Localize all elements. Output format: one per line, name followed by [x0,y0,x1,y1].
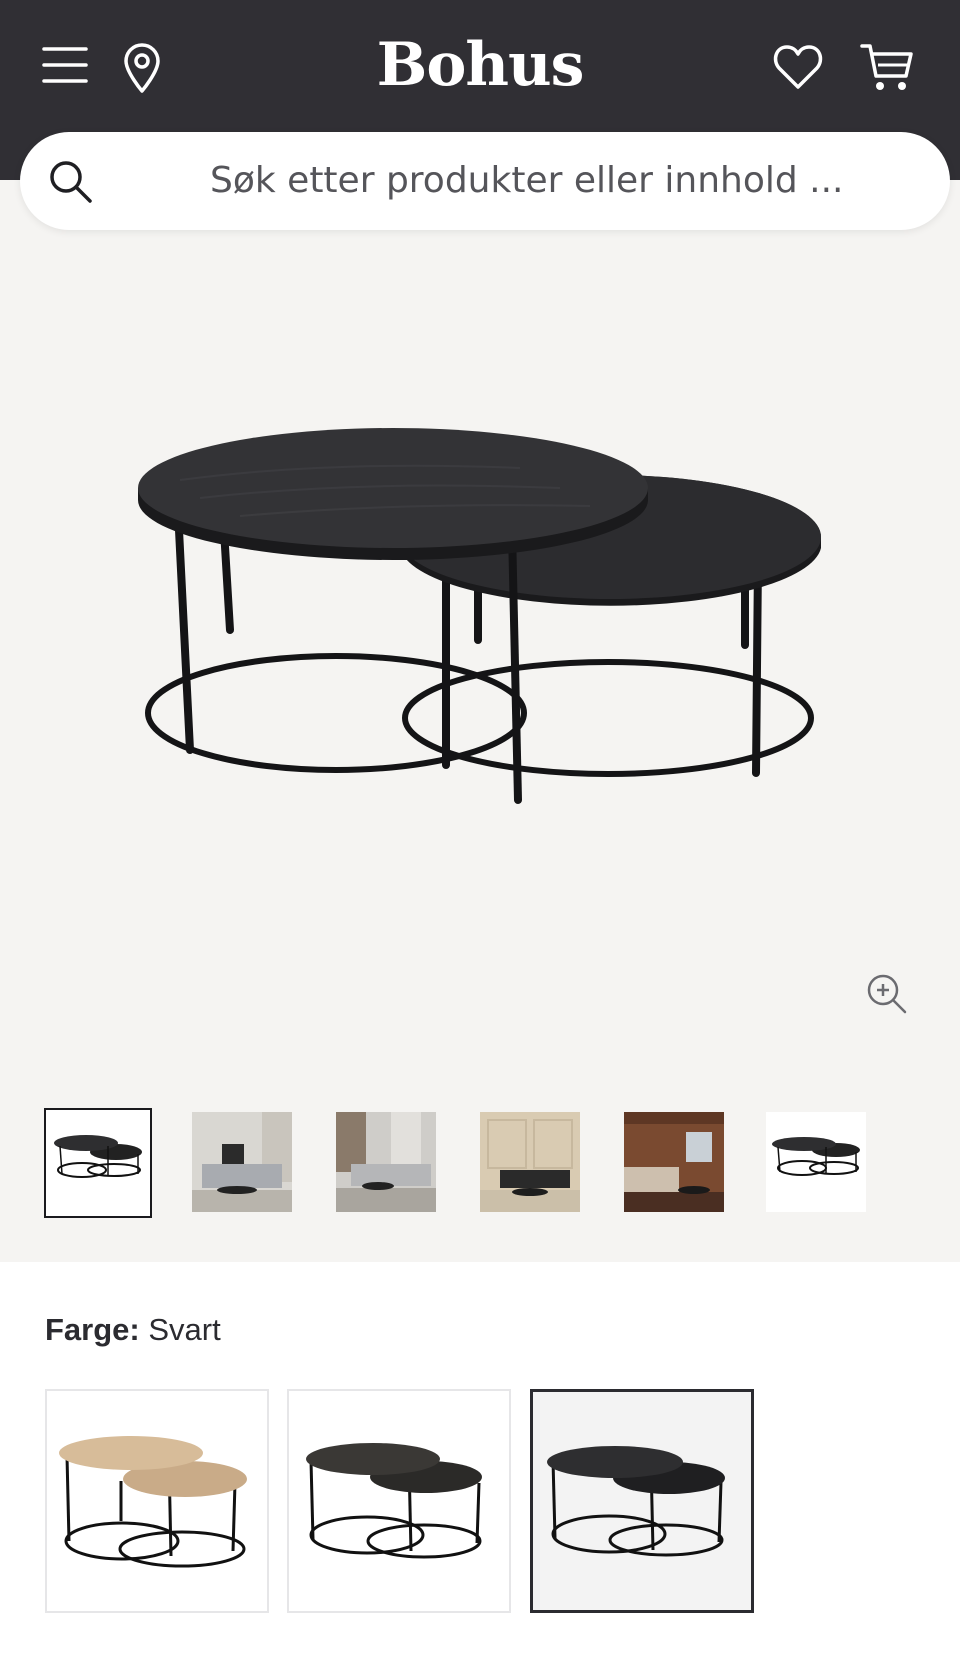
thumb-product[interactable] [44,1108,152,1218]
color-label: Farge: Svart [45,1312,221,1348]
color-label-text: Farge: [45,1312,140,1347]
thumbnail-strip [0,1108,960,1220]
heart-icon[interactable] [773,44,823,90]
swatch-mork-brun[interactable] [287,1389,511,1613]
thumb-product-white[interactable] [766,1112,866,1212]
variant-selector-panel: Farge: Svart [0,1262,960,1655]
thumb-livingroom-window[interactable] [336,1112,436,1212]
swatch-svart[interactable] [530,1389,754,1613]
thumb-livingroom-grey[interactable] [192,1112,292,1212]
swatch-natur[interactable] [45,1389,269,1613]
search-bar[interactable]: Søk etter produkter eller innhold ... [20,132,950,230]
map-pin-icon[interactable] [122,42,162,94]
product-hero-image[interactable] [0,230,960,1060]
thumb-livingroom-beige[interactable] [480,1112,580,1212]
zoom-in-icon[interactable] [866,973,908,1020]
search-icon[interactable] [48,159,94,210]
shopping-cart-icon[interactable] [860,42,914,94]
color-value: Svart [148,1312,221,1347]
hamburger-menu-icon[interactable] [42,46,88,84]
thumb-cabin-interior[interactable] [624,1112,724,1212]
search-input[interactable]: Søk etter produkter eller innhold ... [210,160,844,201]
